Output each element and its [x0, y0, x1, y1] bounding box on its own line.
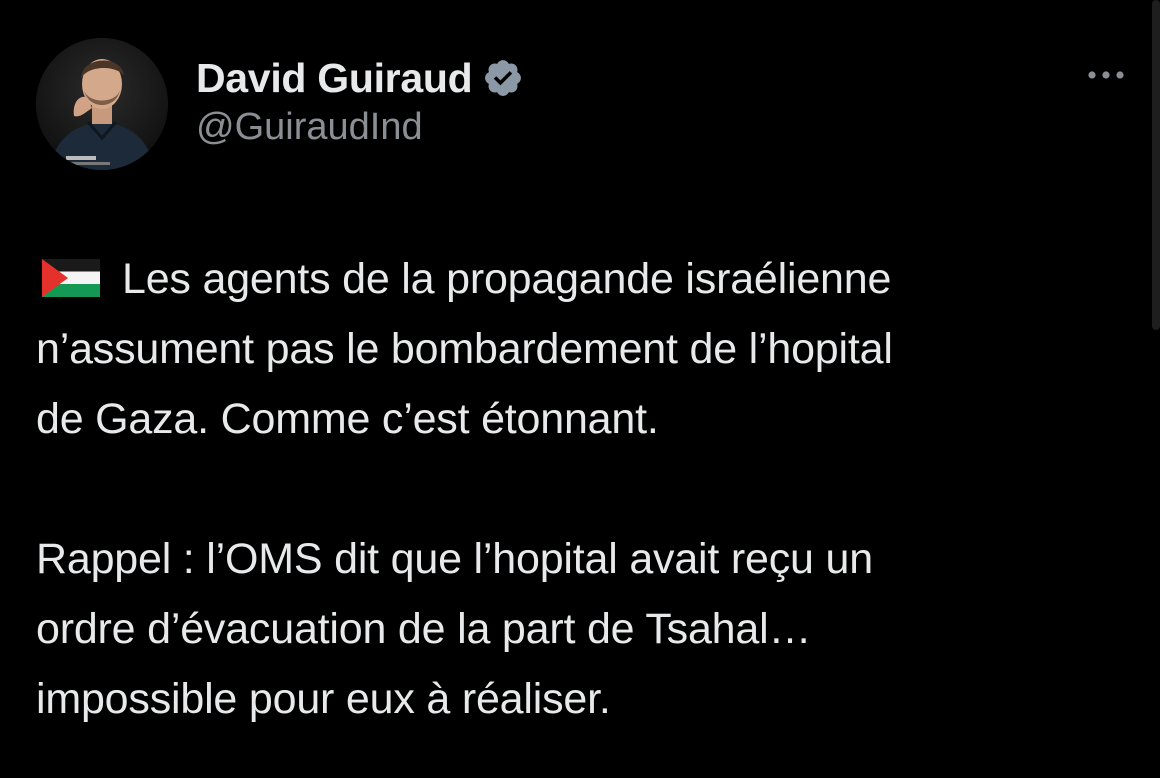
- author-display-name[interactable]: David Guiraud: [196, 55, 473, 102]
- author-avatar[interactable]: [36, 38, 168, 170]
- tweet-text: Les agents de la propagande israélienne …: [36, 244, 1126, 734]
- tweet-line-5: ordre d’évacuation de la part de Tsahal…: [36, 605, 812, 653]
- tweet-line-3: de Gaza. Comme c’est étonnant.: [36, 395, 659, 443]
- tweet-paragraph-1: Les agents de la propagande israélienne …: [36, 244, 1126, 454]
- verified-badge-icon[interactable]: [482, 57, 524, 99]
- tweet-line-4: Rappel : l’OMS dit que l’hopital avait r…: [36, 535, 873, 583]
- scrollbar[interactable]: [1152, 0, 1160, 330]
- more-options-icon[interactable]: [1084, 58, 1128, 92]
- tweet-line-6: impossible pour eux à réaliser.: [36, 675, 611, 723]
- author-name-row: David Guiraud: [196, 52, 524, 104]
- tweet-line-2: n’assument pas le bombardement de l’hopi…: [36, 325, 893, 373]
- tweet-paragraph-2: Rappel : l’OMS dit que l’hopital avait r…: [36, 524, 1126, 734]
- palestine-flag-icon: [42, 248, 100, 297]
- tweet-card: David Guiraud @GuiraudInd Les agents de …: [0, 0, 1160, 778]
- tweet-line-1: Les agents de la propagande israélienne: [122, 255, 892, 303]
- avatar-portrait-icon: [36, 38, 168, 170]
- author-handle[interactable]: @GuiraudInd: [196, 106, 423, 149]
